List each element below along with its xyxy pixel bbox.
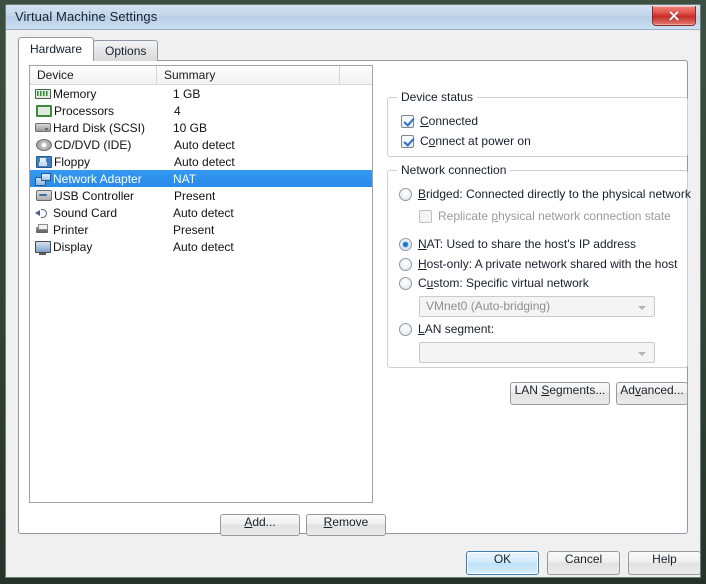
add-button[interactable]: Add... [220, 514, 300, 536]
device-name: Network Adapter [53, 171, 142, 186]
device-list-header: Device Summary [30, 66, 372, 85]
radio-nat-row[interactable]: NAT: Used to share the host's IP address [399, 237, 636, 251]
replicate-checkbox [419, 209, 432, 223]
device-summary: Present [173, 222, 215, 237]
cancel-button[interactable]: Cancel [547, 551, 620, 575]
lan-segment-dropdown[interactable] [419, 342, 655, 363]
table-row[interactable]: Floppy Auto detect [30, 153, 372, 170]
connected-label: Connected [420, 114, 479, 128]
device-summary: Auto detect [173, 205, 234, 220]
title-bar: Virtual Machine Settings [6, 5, 700, 30]
radio-lan-segment-row[interactable]: LAN segment: [399, 322, 494, 336]
radio-host-only-row[interactable]: Host-only: A private network shared with… [399, 257, 677, 271]
host-only-label: Host-only: A private network shared with… [418, 257, 678, 271]
processor-icon [36, 104, 52, 117]
device-name: USB Controller [54, 188, 135, 203]
table-row[interactable]: Processors 4 [30, 102, 372, 119]
tab-strip: Hardware Options [18, 37, 159, 61]
usb-icon [36, 190, 52, 201]
device-summary: NAT [173, 171, 197, 186]
help-button[interactable]: Help [628, 551, 700, 575]
connect-at-power-on-checkbox[interactable] [401, 134, 414, 148]
device-name: Memory [53, 86, 97, 101]
device-status-title: Device status [397, 90, 478, 104]
window-inner: Virtual Machine Settings Hardware Option… [5, 4, 701, 578]
device-name: Floppy [54, 154, 91, 169]
dialog-window: Virtual Machine Settings Hardware Option… [0, 0, 706, 584]
ok-button[interactable]: OK [466, 551, 539, 575]
table-row[interactable]: Sound Card Auto detect [30, 204, 372, 221]
connect-at-power-on-label: Connect at power on [420, 134, 531, 148]
device-list[interactable]: Device Summary Memory 1 GB Processors 4 … [29, 65, 373, 503]
device-name: Processors [54, 103, 115, 118]
bridged-radio[interactable] [399, 187, 412, 201]
lan-segments-button[interactable]: LAN Segments... [510, 382, 610, 405]
device-name: Hard Disk (SCSI) [53, 120, 146, 135]
column-header-device[interactable]: Device [30, 66, 157, 84]
device-summary: 10 GB [173, 120, 208, 135]
device-name: Sound Card [53, 205, 118, 220]
dialog-body: Hardware Options Device Summary Memory 1… [6, 30, 700, 577]
nat-label: NAT: Used to share the host's IP address [418, 237, 636, 251]
radio-custom-row[interactable]: Custom: Specific virtual network [399, 276, 589, 290]
replicate-label: Replicate physical network connection st… [438, 209, 671, 223]
table-row[interactable]: Hard Disk (SCSI) 10 GB [30, 119, 372, 136]
table-row[interactable]: Display Auto detect [30, 238, 372, 255]
lan-segment-radio[interactable] [399, 322, 412, 336]
device-summary: 1 GB [173, 86, 201, 101]
column-header-summary[interactable]: Summary [157, 66, 340, 84]
device-summary: Auto detect [174, 137, 235, 152]
replicate-checkbox-row: Replicate physical network connection st… [419, 209, 671, 223]
memory-icon [35, 88, 51, 99]
network-connection-title: Network connection [397, 163, 511, 177]
nat-radio[interactable] [399, 237, 412, 251]
device-summary: 4 [174, 103, 181, 118]
harddisk-icon [35, 123, 51, 132]
lan-segment-label: LAN segment: [418, 322, 495, 336]
device-summary: Auto detect [173, 239, 234, 254]
connected-checkbox-row[interactable]: Connected [401, 114, 478, 128]
close-icon[interactable] [652, 6, 696, 26]
custom-network-value: VMnet0 (Auto-bridging) [426, 299, 551, 313]
table-row[interactable]: Memory 1 GB [30, 85, 372, 102]
tab-hardware[interactable]: Hardware [18, 37, 95, 61]
cddvd-icon [36, 138, 52, 151]
device-summary: Auto detect [174, 154, 235, 169]
connected-checkbox[interactable] [401, 114, 414, 128]
column-header-extra[interactable] [340, 66, 372, 84]
host-only-radio[interactable] [399, 257, 412, 271]
window-title: Virtual Machine Settings [15, 9, 158, 24]
network-adapter-icon [35, 172, 51, 186]
remove-button[interactable]: Remove [306, 514, 386, 536]
custom-network-dropdown[interactable]: VMnet0 (Auto-bridging) [419, 296, 655, 317]
table-row-network-adapter[interactable]: Network Adapter NAT [30, 170, 372, 187]
table-row[interactable]: CD/DVD (IDE) Auto detect [30, 136, 372, 153]
connect-at-power-on-checkbox-row[interactable]: Connect at power on [401, 134, 531, 148]
device-name: Display [53, 239, 93, 254]
chevron-down-icon [638, 352, 646, 356]
floppy-icon [36, 155, 52, 168]
radio-bridged-row[interactable]: Bridged: Connected directly to the physi… [399, 187, 691, 201]
tab-options[interactable]: Options [93, 40, 159, 61]
soundcard-icon [35, 207, 51, 219]
printer-icon [35, 224, 51, 235]
bridged-label: Bridged: Connected directly to the physi… [418, 187, 691, 201]
custom-label: Custom: Specific virtual network [418, 276, 589, 290]
display-icon [35, 240, 51, 255]
custom-radio[interactable] [399, 276, 412, 290]
device-name: Printer [53, 222, 89, 237]
chevron-down-icon [638, 306, 646, 310]
advanced-button[interactable]: Advanced... [616, 382, 688, 405]
table-row[interactable]: Printer Present [30, 221, 372, 238]
device-summary: Present [174, 188, 216, 203]
device-name: CD/DVD (IDE) [54, 137, 132, 152]
table-row[interactable]: USB Controller Present [30, 187, 372, 204]
